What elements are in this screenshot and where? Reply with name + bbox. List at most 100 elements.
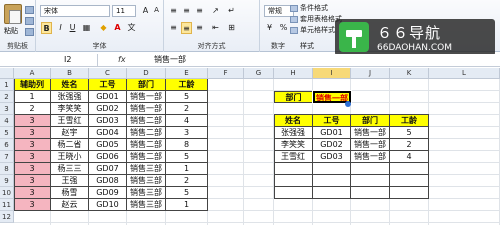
align-left-icon[interactable]: ≡: [168, 22, 179, 34]
table1-cell[interactable]: 3: [14, 187, 51, 199]
table2-cell[interactable]: 销售一部: [351, 139, 390, 151]
table1-cell[interactable]: 3: [166, 127, 208, 139]
shrink-font-icon[interactable]: A: [151, 5, 162, 17]
column-header-a[interactable]: A: [14, 68, 51, 79]
table1-cell[interactable]: 王雪红: [51, 115, 89, 127]
table2-cell[interactable]: 李笑笑: [274, 139, 313, 151]
table1-cell[interactable]: GD05: [89, 139, 127, 151]
table2-cell[interactable]: [390, 175, 429, 187]
orientation-icon[interactable]: ↗: [210, 5, 221, 17]
table1-cell[interactable]: 2: [166, 103, 208, 115]
font-name-select[interactable]: 宋体: [40, 5, 110, 17]
table1-cell[interactable]: 销售二部: [127, 139, 166, 151]
table1-cell[interactable]: GD09: [89, 187, 127, 199]
table2-header[interactable]: 姓名: [274, 115, 313, 127]
table2-cell[interactable]: [351, 175, 390, 187]
table1-header[interactable]: 辅助列: [14, 79, 51, 91]
cut-icon[interactable]: [25, 6, 34, 14]
table1-cell[interactable]: 销售二部: [127, 151, 166, 163]
table2-cell[interactable]: [274, 175, 313, 187]
table2-cell[interactable]: [390, 163, 429, 175]
paste-icon[interactable]: [4, 4, 22, 24]
fx-icon[interactable]: fx: [118, 54, 126, 66]
column-header-j[interactable]: J: [351, 68, 390, 79]
row-header-8[interactable]: 8: [0, 163, 14, 175]
table1-cell[interactable]: 3: [14, 139, 51, 151]
row-header-7[interactable]: 7: [0, 151, 14, 163]
table1-cell[interactable]: 2: [166, 175, 208, 187]
table1-cell[interactable]: 5: [166, 91, 208, 103]
table1-cell[interactable]: 3: [14, 163, 51, 175]
table1-cell[interactable]: 李笑笑: [51, 103, 89, 115]
border-icon[interactable]: ▦: [81, 22, 92, 34]
table1-cell[interactable]: 5: [166, 151, 208, 163]
grow-font-icon[interactable]: A: [140, 5, 151, 17]
paste-button-label[interactable]: 粘贴: [4, 26, 18, 36]
table1-cell[interactable]: 1: [166, 163, 208, 175]
table2-cell[interactable]: 销售一部: [351, 151, 390, 163]
table1-cell[interactable]: 1: [166, 199, 208, 211]
table1-cell[interactable]: 杨二省: [51, 139, 89, 151]
table1-cell[interactable]: 王强: [51, 175, 89, 187]
align-center-icon[interactable]: ≡: [181, 22, 192, 34]
merge-center-icon[interactable]: ⊞: [226, 22, 237, 34]
table2-cell[interactable]: [313, 187, 351, 199]
table1-header[interactable]: 工号: [89, 79, 127, 91]
table2-cell[interactable]: [274, 163, 313, 175]
align-top-icon[interactable]: ≡: [168, 5, 179, 17]
table2-cell[interactable]: 5: [390, 127, 429, 139]
copy-icon[interactable]: [25, 17, 34, 25]
table1-header[interactable]: 部门: [127, 79, 166, 91]
table2-cell[interactable]: 4: [390, 151, 429, 163]
table1-cell[interactable]: 销售一部: [127, 103, 166, 115]
table1-header[interactable]: 姓名: [51, 79, 89, 91]
table2-cell[interactable]: GD03: [313, 151, 351, 163]
column-header-d[interactable]: D: [127, 68, 166, 79]
table1-cell[interactable]: 4: [166, 115, 208, 127]
table2-cell[interactable]: [313, 175, 351, 187]
row-header-12[interactable]: 12: [0, 211, 14, 223]
table1-cell[interactable]: GD02: [89, 103, 127, 115]
align-middle-icon[interactable]: ≡: [181, 5, 192, 17]
row-header-3[interactable]: 3: [0, 103, 14, 115]
name-box[interactable]: I2: [0, 54, 98, 66]
table1-cell[interactable]: GD07: [89, 163, 127, 175]
table1-cell[interactable]: 3: [14, 175, 51, 187]
table1-cell[interactable]: 销售三部: [127, 199, 166, 211]
table1-cell[interactable]: GD08: [89, 175, 127, 187]
table2-header[interactable]: 部门: [351, 115, 390, 127]
fill-color-icon[interactable]: ◆: [98, 22, 109, 34]
table2-cell[interactable]: GD01: [313, 127, 351, 139]
row-header-5[interactable]: 5: [0, 127, 14, 139]
table1-cell[interactable]: GD03: [89, 115, 127, 127]
table2-cell[interactable]: [351, 187, 390, 199]
conditional-format-button[interactable]: 条件格式: [290, 3, 328, 13]
currency-icon[interactable]: ¥: [264, 22, 275, 34]
table1-cell[interactable]: 王晓小: [51, 151, 89, 163]
table1-cell[interactable]: 销售二部: [127, 115, 166, 127]
table1-cell[interactable]: 杨三三: [51, 163, 89, 175]
column-header-g[interactable]: G: [244, 68, 274, 79]
phonetic-icon[interactable]: 文: [126, 22, 137, 34]
table1-cell[interactable]: 5: [166, 187, 208, 199]
table1-cell[interactable]: 赵云: [51, 199, 89, 211]
table1-cell[interactable]: 3: [14, 115, 51, 127]
align-bottom-icon[interactable]: ≡: [194, 5, 205, 17]
lookup-label[interactable]: 部门: [274, 91, 313, 103]
font-color-icon[interactable]: A: [112, 22, 123, 34]
table1-cell[interactable]: 销售一部: [127, 91, 166, 103]
table2-header[interactable]: 工号: [313, 115, 351, 127]
wrap-text-icon[interactable]: ↵: [226, 5, 237, 17]
table2-cell[interactable]: 王雪红: [274, 151, 313, 163]
cell-styles-button[interactable]: 单元格样式: [290, 25, 335, 35]
table2-cell[interactable]: [313, 163, 351, 175]
table1-cell[interactable]: 销售三部: [127, 175, 166, 187]
table1-cell[interactable]: GD10: [89, 199, 127, 211]
table2-cell[interactable]: [274, 187, 313, 199]
percent-icon[interactable]: %: [278, 22, 289, 34]
table2-header[interactable]: 工龄: [390, 115, 429, 127]
table1-cell[interactable]: GD06: [89, 151, 127, 163]
column-header-l[interactable]: L: [429, 68, 500, 79]
bold-button[interactable]: B: [41, 22, 52, 34]
worksheet-grid[interactable]: A B C D E F G H I J K L 1 2 3 4 5 6 7 8 9 10 11 12 辅助列 姓名 工号 部门 工龄 1 张…: [0, 68, 500, 225]
